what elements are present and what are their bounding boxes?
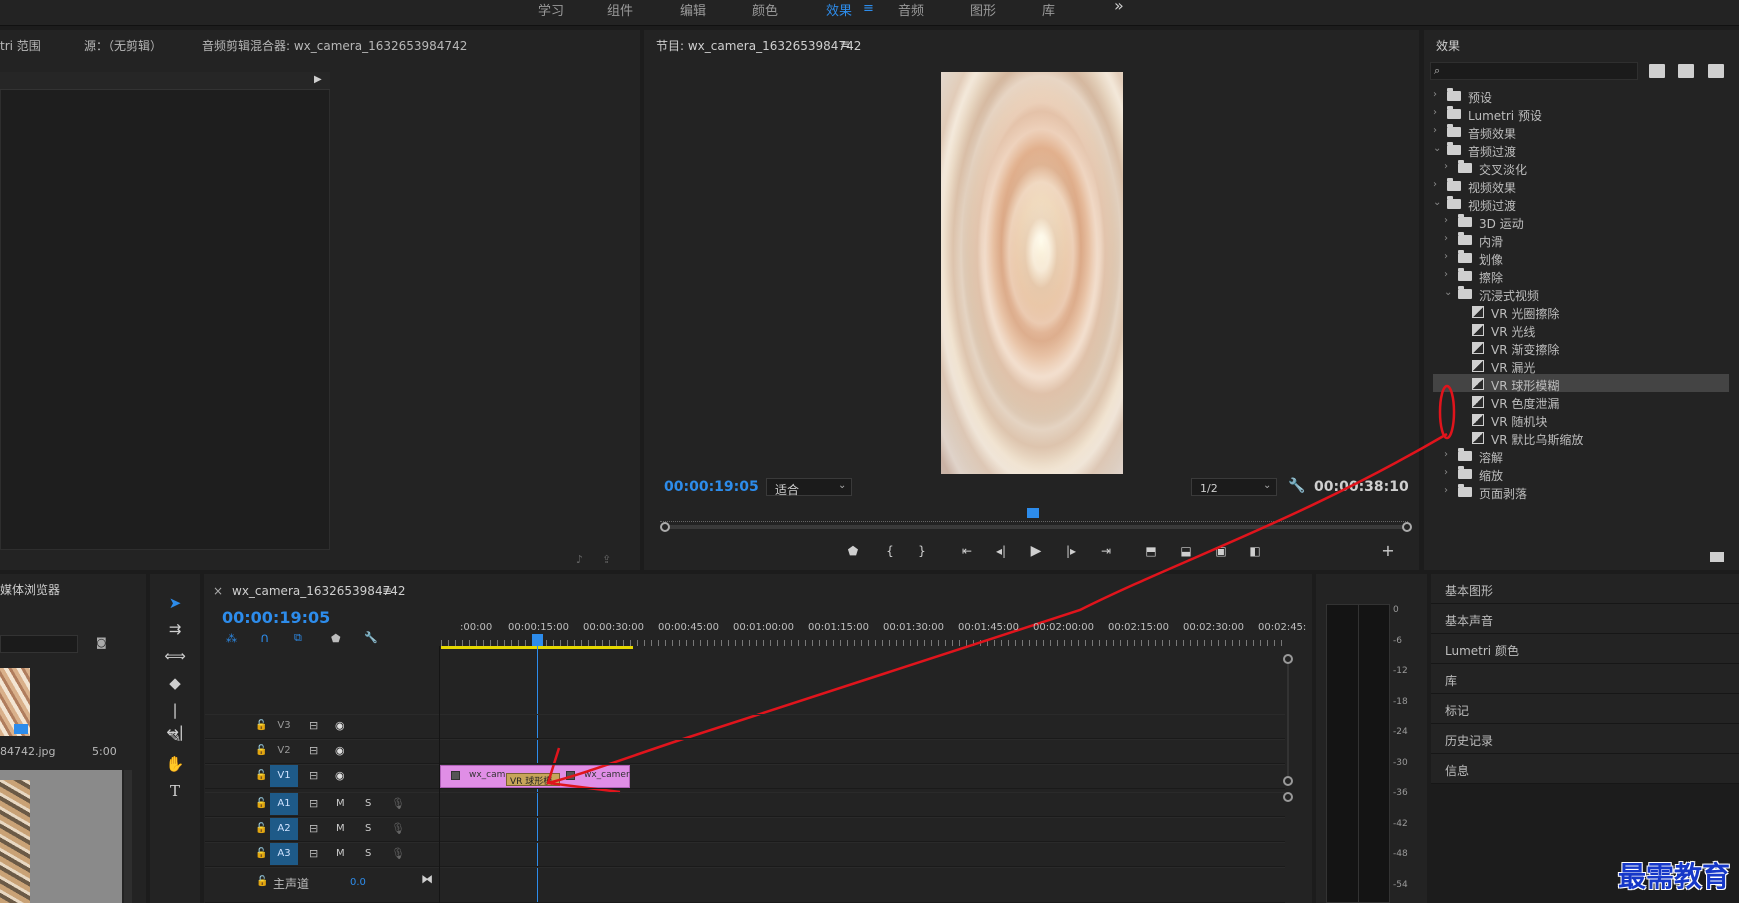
eye-icon[interactable]: ◉	[335, 769, 345, 782]
track-target-v1[interactable]: V1	[270, 765, 298, 787]
meter-scale-label: -24	[1393, 727, 1408, 737]
meter-scale-label: -30	[1393, 757, 1408, 768]
side-panel-item[interactable]: 库	[1431, 664, 1739, 694]
side-panel-item[interactable]: 信息	[1431, 754, 1739, 784]
eye-icon[interactable]: ◉	[335, 744, 345, 757]
workspace-tab-5[interactable]: 音频	[898, 0, 924, 19]
side-panel-item[interactable]: 基本声音	[1431, 604, 1739, 634]
workspace-tab-6[interactable]: 图形	[970, 0, 996, 19]
track-lock-icon[interactable]: 🔓	[255, 823, 267, 834]
sync-lock-icon[interactable]: ⊟	[309, 769, 318, 782]
sync-lock-icon[interactable]: ⊟	[309, 797, 318, 810]
track-target-a3[interactable]: A3	[270, 843, 298, 865]
ruler-label: :00:00	[460, 622, 493, 633]
premiere-window: » ≡ tri 范围 源：（无剪辑） 音频剪辑混合器: wx_camera_16…	[0, 0, 1739, 903]
mute-button[interactable]: M	[336, 848, 345, 859]
meter-scale-label: -48	[1393, 849, 1408, 859]
eye-icon[interactable]: ◉	[335, 719, 345, 732]
side-panel-label: 标记	[1445, 704, 1470, 718]
sync-lock-icon[interactable]: ⊟	[309, 719, 318, 732]
side-panel-label: 基本图形	[1445, 584, 1494, 598]
ruler-label: 00:02:45:	[1258, 622, 1307, 633]
mute-button[interactable]: M	[336, 823, 345, 834]
side-panel-item[interactable]: Lumetri 颜色	[1431, 634, 1739, 664]
track-target-v3[interactable]: V3	[270, 715, 298, 737]
solo-button[interactable]: S	[365, 798, 371, 809]
track-lock-icon[interactable]: 🔓	[255, 848, 267, 859]
side-panel-label: Lumetri 颜色	[1445, 644, 1519, 658]
side-panel-item[interactable]: 标记	[1431, 694, 1739, 724]
ruler-label: 00:00:45:00	[658, 622, 720, 633]
meter-scale-label: 0	[1393, 605, 1399, 615]
sync-lock-icon[interactable]: ⊟	[309, 847, 318, 860]
ruler-label: 00:01:30:00	[883, 622, 945, 633]
solo-button[interactable]: S	[365, 848, 371, 859]
microphone-icon[interactable]: 🎙	[391, 847, 405, 860]
meter-scale-label: -42	[1393, 818, 1408, 829]
video-track-row[interactable]	[205, 739, 1285, 764]
side-panel-label: 信息	[1445, 764, 1470, 778]
ruler-label: 00:00:30:00	[583, 622, 645, 633]
solo-button[interactable]: S	[365, 823, 371, 834]
meter-scale-label: -18	[1393, 696, 1408, 707]
side-panel-label: 库	[1445, 674, 1458, 688]
workspace-tab-7[interactable]: 库	[1042, 0, 1055, 19]
track-lock-icon[interactable]: 🔓	[255, 798, 267, 809]
track-target-a2[interactable]: A2	[270, 818, 298, 840]
track-lock-icon[interactable]: 🔓	[255, 720, 267, 731]
meter-scale-label: -54	[1393, 879, 1408, 890]
workspace-tab-3[interactable]: 颜色	[752, 0, 778, 19]
ruler-label: 00:00:15:00	[508, 622, 570, 633]
workspace-tab-0[interactable]: 学习	[538, 0, 564, 19]
microphone-icon[interactable]: 🎙	[391, 822, 405, 835]
side-panel-label: 基本声音	[1445, 614, 1494, 628]
track-target-v2[interactable]: V2	[270, 740, 298, 762]
side-panel-item[interactable]: 历史记录	[1431, 724, 1739, 754]
track-lock-icon[interactable]: 🔓	[255, 745, 267, 756]
sync-lock-icon[interactable]: ⊟	[309, 822, 318, 835]
meter-scale-label: -6	[1393, 635, 1402, 646]
ruler-label: 00:01:45:00	[958, 622, 1020, 633]
ruler-label: 00:02:15:00	[1108, 622, 1170, 633]
workspace-tab-2[interactable]: 编辑	[680, 0, 706, 19]
master-track-row	[205, 867, 1285, 903]
workspace-tab-1[interactable]: 组件	[607, 0, 633, 19]
meter-scale-label: -36	[1393, 788, 1408, 798]
sync-lock-icon[interactable]: ⊟	[309, 744, 318, 757]
ruler-label: 00:02:00:00	[1033, 622, 1095, 633]
watermark: 最需教育	[1618, 860, 1731, 893]
side-panel-item[interactable]: 基本图形	[1431, 574, 1739, 604]
ruler-label: 00:02:30:00	[1183, 622, 1245, 633]
video-track-row[interactable]	[205, 764, 1285, 789]
track-target-a1[interactable]: A1	[270, 793, 298, 815]
ruler-label: 00:01:00:00	[733, 622, 795, 633]
meter-scale-label: -12	[1393, 666, 1408, 676]
video-track-row[interactable]	[205, 714, 1285, 739]
ruler-label: 00:01:15:00	[808, 622, 870, 633]
track-lock-icon[interactable]: 🔓	[255, 770, 267, 781]
mute-button[interactable]: M	[336, 798, 345, 809]
annotation-circle	[1438, 384, 1456, 440]
track-header-divider	[439, 646, 440, 903]
workspace-tab-4[interactable]: 效果	[826, 0, 852, 19]
microphone-icon[interactable]: 🎙	[391, 797, 405, 810]
side-panel-label: 历史记录	[1445, 734, 1494, 748]
